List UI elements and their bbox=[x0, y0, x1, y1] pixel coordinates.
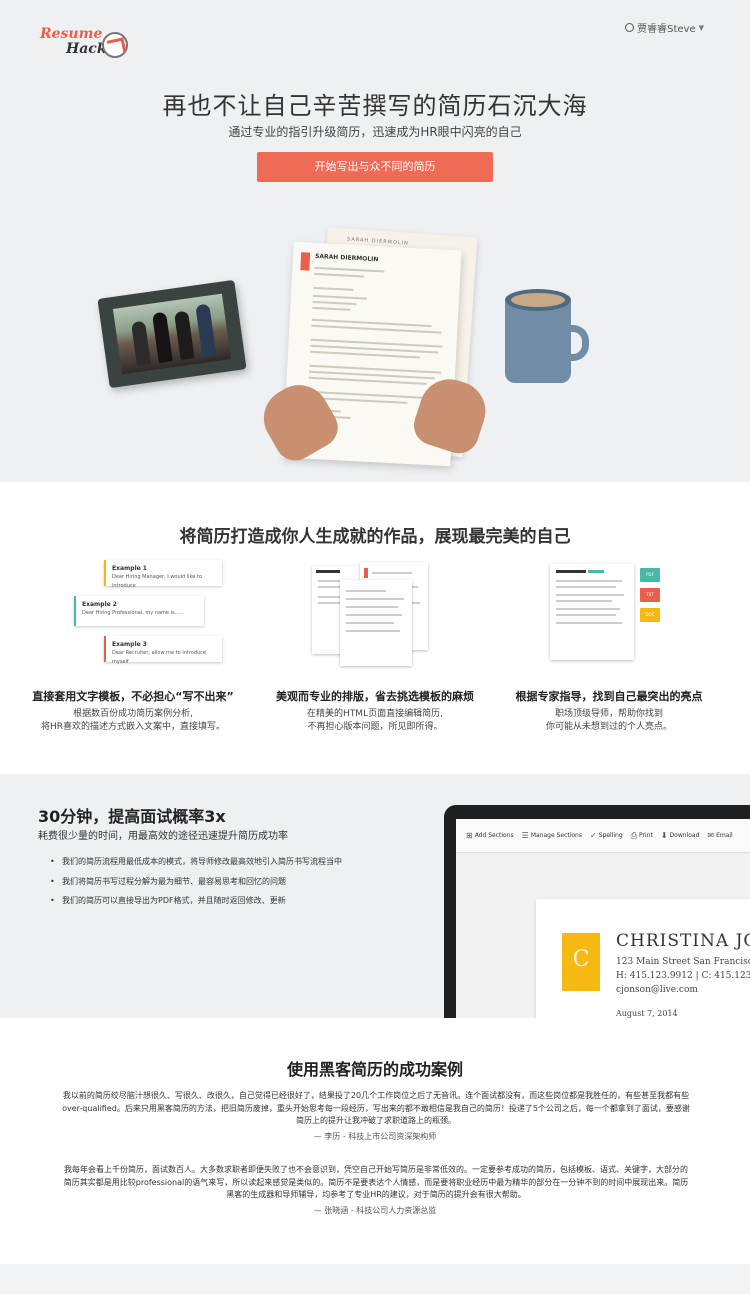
coffee-mug-image bbox=[505, 285, 589, 385]
feature-templates: Example 1 Dear Hiring Manager, I would l… bbox=[8, 558, 258, 758]
user-name: 贾睿睿Steve bbox=[637, 24, 696, 35]
resume-preview: C CHRISTINA JO 123 Main Street San Franc… bbox=[536, 899, 750, 1018]
testimonial-author: — 张晓涵 - 科技公司人力资源总监 bbox=[313, 1206, 437, 1215]
print-button[interactable]: ⎙ Print bbox=[631, 831, 653, 841]
features-section: 将简历打造成你人生成就的作品，展现最完美的自己 Example 1 Dear H… bbox=[0, 482, 750, 774]
spelling-button[interactable]: ✓ Spelling bbox=[590, 831, 623, 840]
resume-hack-logo[interactable]: Resume Hack bbox=[40, 24, 130, 64]
bullet-item: 我们将简历书写过程分解为最为细节、最容易思考和回忆的问题 bbox=[50, 872, 342, 892]
feature-title-templates: 直接套用文字模板，不必担心“写不出来” bbox=[32, 690, 234, 703]
initial-block: C bbox=[562, 933, 600, 991]
user-icon bbox=[625, 23, 635, 32]
check-icon: ✓ bbox=[590, 831, 597, 840]
footer bbox=[0, 1264, 750, 1294]
success-cases-section: 使用黑客简历的成功案例 我以前的简历绞尽脑汁想很久、写很久、改很久，自己觉得已经… bbox=[0, 1018, 750, 1294]
add-icon: ⊞ bbox=[466, 831, 473, 840]
efficiency-bullets: 我们的简历流程用最低成本的模式，将导师修改最高效地引入简历书写流程当中 我们将简… bbox=[50, 852, 342, 911]
editor-toolbar: ⊞ Add Sections ☰ Manage Sections ✓ Spelling… bbox=[456, 819, 750, 853]
start-resume-button[interactable]: 开始写出与众不同的简历 bbox=[257, 152, 493, 182]
example-cards-illustration: Example 1 Dear Hiring Manager, I would l… bbox=[8, 558, 258, 680]
layout-docs-illustration bbox=[250, 558, 500, 680]
feature-desc-layout: 在精美的HTML页面直接编辑简历, 不再担心版本问题，所见即所得。 bbox=[307, 709, 443, 732]
editor-screen: ⊞ Add Sections ☰ Manage Sections ✓ Spelling… bbox=[456, 819, 750, 1018]
photo-frame-image bbox=[97, 279, 247, 389]
feature-layout: 美观而专业的排版，省去挑选模板的麻烦 在精美的HTML页面直接编辑简历, 不再担… bbox=[250, 558, 500, 758]
testimonial-quote: 我每年会看上千份简历，面试数百人。大多数求职者即便失败了也不会意识到，凭空自己开… bbox=[63, 1165, 689, 1199]
graduation-photo bbox=[112, 293, 232, 375]
example-card-3: Example 3 Dear Recruiter, allow me to in… bbox=[104, 636, 222, 665]
efficiency-subtitle: 耗费很少量的时间，用最高效的途径迅速提升简历成功率 bbox=[38, 831, 288, 842]
logo-text-resume: Resume bbox=[40, 26, 103, 42]
bullet-item: 我们的简历可以直接导出为PDF格式，并且随时返回修改、更新 bbox=[50, 891, 342, 911]
cases-title: 使用黑客简历的成功案例 bbox=[286, 1060, 463, 1079]
resume-accent-bar bbox=[300, 252, 311, 271]
logo-text-hack: Hack bbox=[66, 41, 107, 57]
chevron-down-icon: ▼ bbox=[698, 23, 704, 32]
export-formats-illustration: PDF TXT DOC bbox=[484, 558, 734, 680]
hero-section: Resume Hack 贾睿睿Steve ▼ 再也不让自己辛苦撰写的简历石沉大海… bbox=[0, 0, 750, 482]
hero-title: 再也不让自己辛苦撰写的简历石沉大海 bbox=[162, 92, 588, 120]
resume-contact: 123 Main Street San Francisco, H: 415.12… bbox=[616, 957, 750, 995]
efficiency-section: 30分钟，提高面试概率3x 耗费很少量的时间，用最高效的途径迅速提升简历成功率 … bbox=[0, 774, 750, 1018]
example-card-1: Example 1 Dear Hiring Manager, I would l… bbox=[104, 560, 222, 589]
resume-name: CHRISTINA JO bbox=[616, 931, 750, 951]
user-menu[interactable]: 贾睿睿Steve ▼ bbox=[625, 20, 704, 35]
resume-front-title: SARAH DIERMOLIN bbox=[314, 252, 379, 264]
manage-sections-button[interactable]: ☰ Manage Sections bbox=[522, 831, 582, 840]
feature-desc-expert: 职场顶级导师，帮助你找到 你可能从未想到过的个人亮点。 bbox=[545, 709, 672, 732]
download-icon: ⬇ bbox=[660, 831, 668, 840]
add-sections-button[interactable]: ⊞ Add Sections bbox=[466, 831, 514, 840]
feature-expert: PDF TXT DOC 根据专家指导，找到自己最突出的亮点 职场顶级导师，帮助你… bbox=[484, 558, 734, 758]
features-title: 将简历打造成你人生成就的作品，展现最完美的自己 bbox=[179, 527, 571, 547]
doc-tag: DOC bbox=[640, 608, 660, 622]
hero-subtitle: 通过专业的指引升级简历，迅速成为HR眼中闪亮的自己 bbox=[228, 125, 522, 139]
pdf-tag: PDF bbox=[640, 568, 660, 582]
email-button[interactable]: ✉ Email bbox=[707, 831, 732, 840]
list-icon: ☰ bbox=[521, 831, 529, 840]
example-card-2: Example 2 Dear Hiring Professional, my n… bbox=[74, 596, 204, 626]
feature-title-expert: 根据专家指导，找到自己最突出的亮点 bbox=[515, 690, 703, 703]
resume-date: August 7, 2014 bbox=[616, 1009, 678, 1018]
bullet-item: 我们的简历流程用最低成本的模式，将导师修改最高效地引入简历书写流程当中 bbox=[50, 852, 342, 872]
testimonial-quote: 我以前的简历绞尽脑汁想很久、写很久、改很久，自己觉得已经很好了，结果投了20几个… bbox=[62, 1091, 690, 1125]
printer-icon: ⎙ bbox=[630, 830, 638, 840]
txt-tag: TXT bbox=[640, 588, 660, 602]
feature-title-layout: 美观而专业的排版，省去挑选模板的麻烦 bbox=[276, 690, 474, 703]
laptop-mockup: ⊞ Add Sections ☰ Manage Sections ✓ Spelling… bbox=[444, 805, 750, 1018]
logo-badge-icon bbox=[102, 32, 128, 58]
download-button[interactable]: ⬇ Download bbox=[661, 831, 700, 840]
mail-icon: ✉ bbox=[707, 831, 715, 840]
feature-desc-templates: 根据数百份成功简历案例分析, 将HR喜欢的描述方式嵌入文案中，直接填写。 bbox=[40, 709, 226, 732]
efficiency-title: 30分钟，提高面试概率3x bbox=[38, 807, 226, 826]
testimonial-author: — 李历 - 科技上市公司资深架构师 bbox=[313, 1132, 437, 1141]
